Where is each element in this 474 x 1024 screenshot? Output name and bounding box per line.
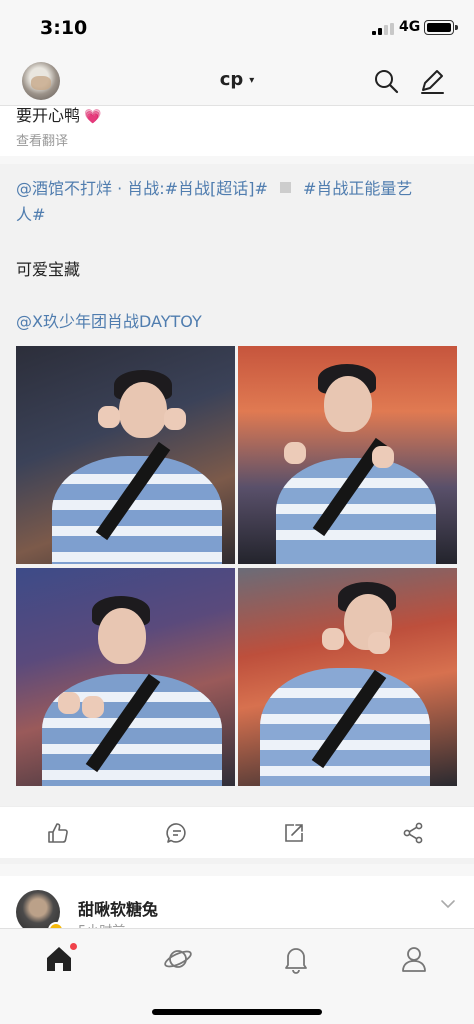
previous-post: 要开心鸭 💗 查看翻译: [0, 106, 474, 156]
compose-icon[interactable]: [418, 67, 446, 95]
caret-down-icon: ▾: [249, 75, 255, 86]
photo-4[interactable]: [238, 568, 457, 786]
status-bar: 3:10 4G: [0, 0, 474, 56]
status-time: 3:10: [40, 17, 88, 39]
notifications-icon[interactable]: [280, 943, 312, 975]
signal-icon: [372, 23, 394, 35]
retweet-body: 可爱宝藏: [16, 260, 81, 279]
post-actions: [0, 806, 474, 858]
chevron-down-icon[interactable]: [438, 894, 458, 914]
repost-icon[interactable]: [282, 821, 306, 845]
heart-icon: 💗: [84, 109, 102, 125]
share-icon[interactable]: [401, 821, 425, 845]
square-emoji: [279, 182, 291, 193]
photo-2[interactable]: [238, 346, 457, 564]
retweet-source[interactable]: @酒馆不打烊 · 肖战:#肖战[超话]# #肖战正能量艺: [16, 176, 412, 202]
profile-icon[interactable]: [398, 943, 430, 975]
group-title: cp: [219, 69, 244, 90]
retweet-block[interactable]: @酒馆不打烊 · 肖战:#肖战[超话]# #肖战正能量艺 人# 可爱宝藏 @X玖少…: [0, 164, 474, 864]
feed[interactable]: 要开心鸭 💗 查看翻译 @酒馆不打烊 · 肖战:#肖战[超话]# #肖战正能量艺 人…: [0, 106, 474, 928]
translate-link[interactable]: 查看翻译: [16, 130, 68, 149]
home-badge: [70, 943, 77, 950]
photo-1[interactable]: [16, 346, 235, 564]
next-post-author[interactable]: 甜啾软糖兔: [78, 896, 158, 920]
like-icon[interactable]: [46, 821, 70, 845]
discover-icon[interactable]: [162, 943, 194, 975]
previous-post-text: 要开心鸭 💗: [16, 106, 102, 125]
next-post[interactable]: 甜啾软糖兔 5小时前: [0, 876, 474, 928]
nav-bar: cp ▾: [0, 56, 474, 106]
tab-bar: [0, 928, 474, 1024]
network-label: 4G: [399, 19, 421, 35]
search-icon[interactable]: [372, 67, 400, 95]
home-indicator: [152, 1009, 322, 1015]
comment-icon[interactable]: [165, 821, 189, 845]
retweet-mention[interactable]: @X玖少年团肖战DAYTOY: [16, 309, 202, 335]
next-post-time: 5小时前: [78, 920, 125, 928]
group-selector[interactable]: cp ▾: [0, 69, 474, 90]
battery-icon: [424, 20, 458, 35]
retweet-topic-continued[interactable]: 人#: [16, 202, 45, 228]
photo-3[interactable]: [16, 568, 235, 786]
